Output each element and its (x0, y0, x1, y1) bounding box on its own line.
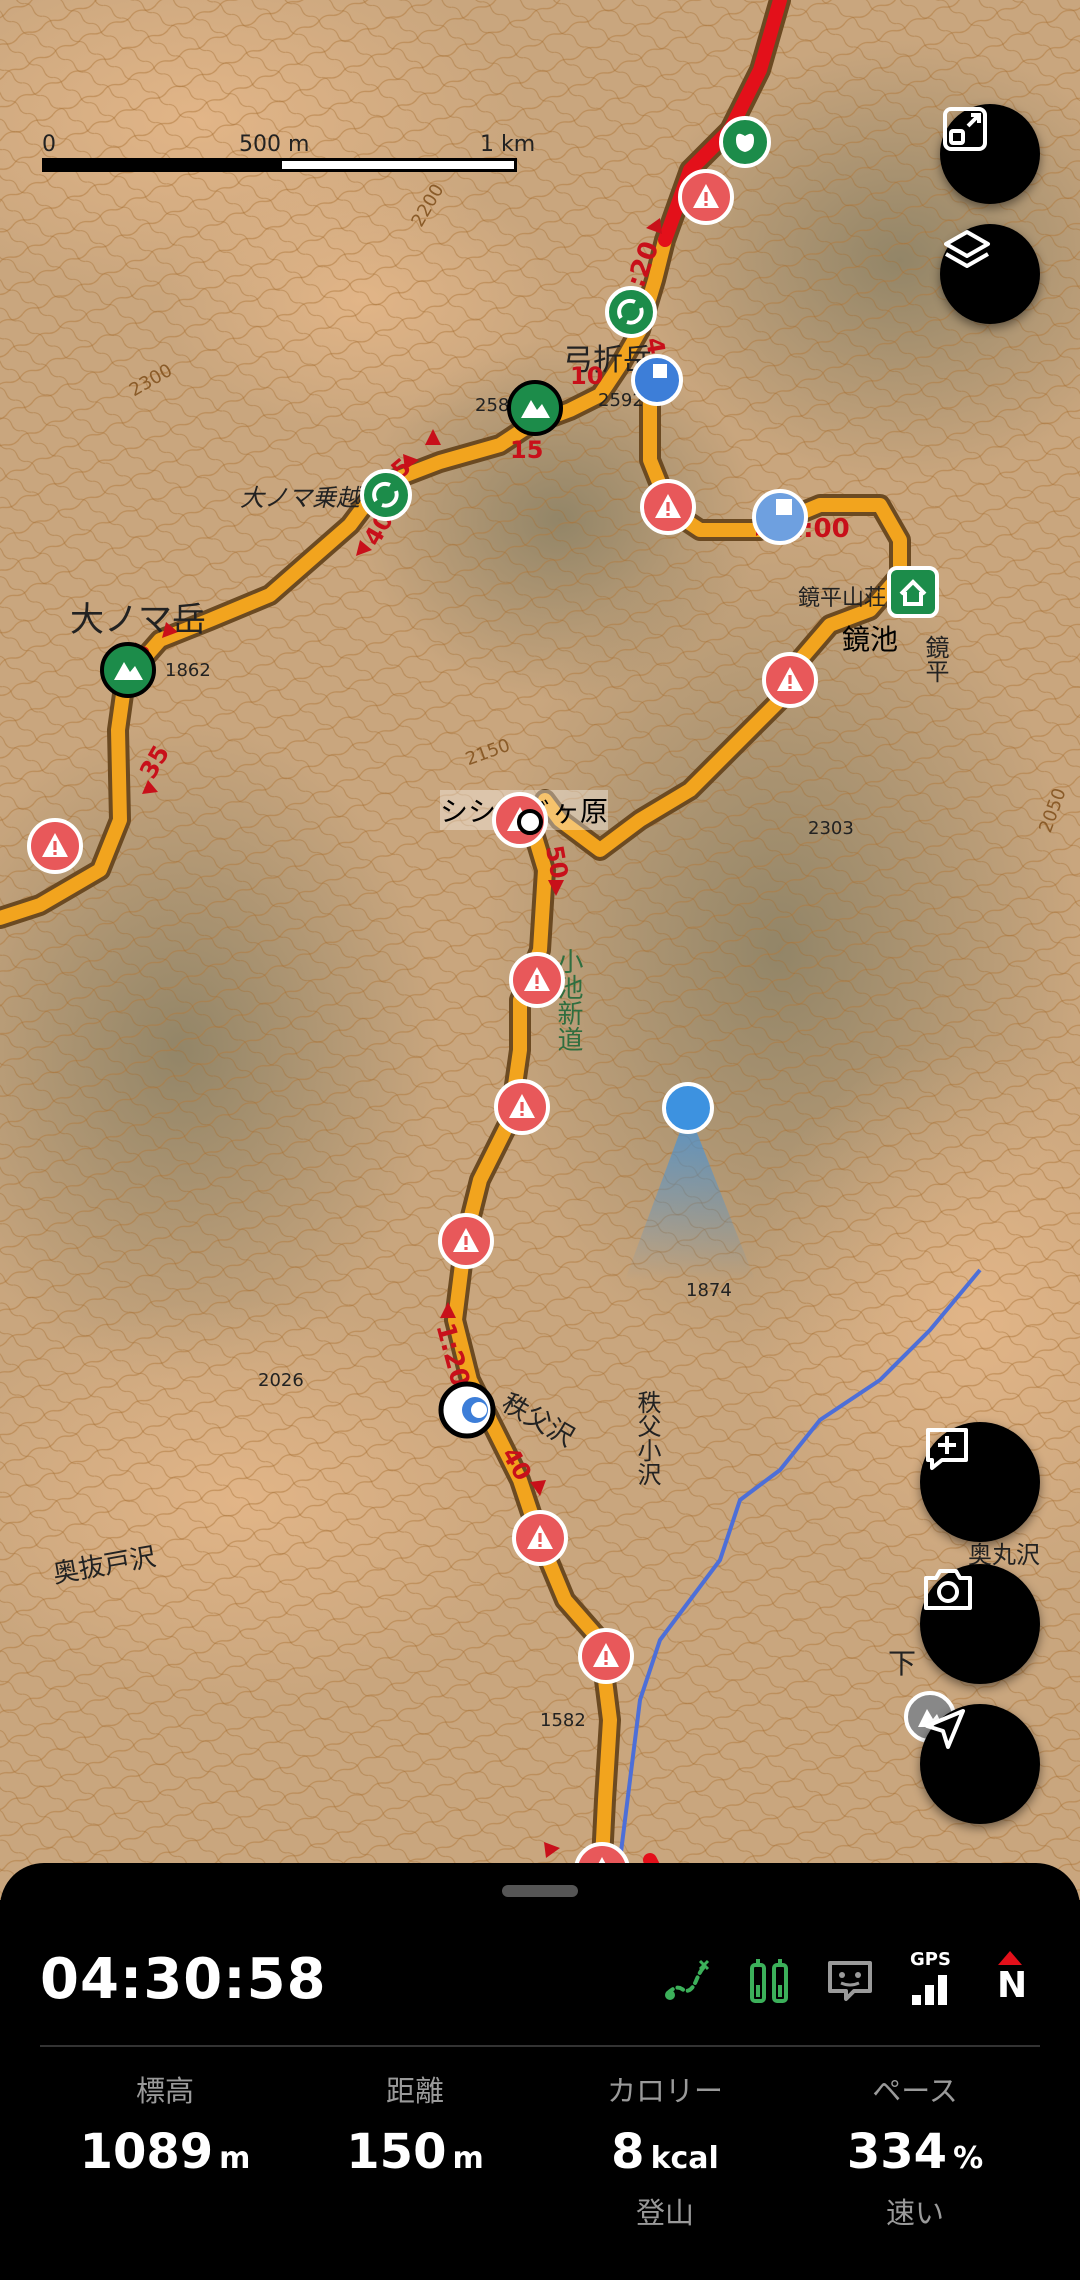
stat-pace: ペース 334% 速い (790, 2068, 1040, 2232)
scale-end: 1 km (480, 132, 536, 157)
message-icon[interactable] (824, 1955, 876, 2007)
route-time-label: 40 (640, 335, 674, 373)
camera-icon (924, 1569, 972, 1610)
stat-calories: カロリー 8 kcal 登山 (540, 2068, 790, 2232)
elev-2303: 2303 (808, 818, 854, 839)
scale-mid: 500 m (239, 132, 310, 157)
panel-divider (40, 2045, 1040, 2047)
gps-signal-icon[interactable]: GPS (906, 1949, 956, 2009)
hut-label: 鏡平山荘 (798, 586, 887, 611)
scale-bar: 0 500 m 1 km (42, 132, 535, 172)
distance-value: 150 (346, 2124, 447, 2180)
stat-value: 8 kcal (540, 2124, 790, 2180)
stat-value: 150 m (290, 2124, 540, 2180)
layers-button[interactable] (940, 224, 1040, 324)
ridge-label: 大ノマ乗越 (240, 484, 360, 512)
stat-label: カロリー (606, 2074, 723, 2108)
scale-zero: 0 (42, 132, 56, 157)
route-time-label: 15 (510, 436, 544, 464)
stat-value: 334% (790, 2124, 1040, 2180)
kagamidaira-label: 鏡平 (921, 635, 949, 683)
place-label-shishiudogahara: シシウドヶ原 (440, 790, 609, 830)
stat-sub: 登山 (635, 2196, 694, 2230)
camera-button[interactable] (920, 1564, 1040, 1684)
stat-label: ペース (872, 2074, 958, 2108)
elev-2592: 2592 (598, 390, 644, 411)
route-time-label: 1:00 (785, 514, 850, 544)
terrain-map (0, 0, 1080, 1900)
stat-distance: 距離 150 m (290, 2068, 540, 2180)
elev-1874: 1874 (686, 1280, 732, 1301)
calories-value: 8 (611, 2124, 645, 2180)
locate-button[interactable] (920, 1704, 1040, 1824)
route-icon[interactable] (662, 1955, 712, 2005)
map-view[interactable]: 0 500 m 1 km 弓折岳 大ノマ岳 大ノマ乗越 鏡平山荘 鏡池 鏡平 シ… (0, 0, 1080, 1900)
stat-sub: 速い (885, 2196, 944, 2230)
add-note-icon (926, 1428, 968, 1470)
layers-icon (944, 230, 990, 268)
tracking-panel[interactable]: 04:30:58 GPS N 標高 1089 m 距離 150 m カロリー 8… (0, 1863, 1080, 2280)
compass-north-icon[interactable]: N (990, 1949, 1030, 2009)
peak-label-onoma: 大ノマ岳 (70, 600, 206, 640)
expand-icon (943, 107, 987, 151)
stat-label: 標高 (135, 2074, 194, 2108)
north-label: N (997, 1965, 1028, 2006)
stat-value: 1089 m (40, 2124, 290, 2180)
altitude-value: 1089 (79, 2124, 214, 2180)
navigation-arrow-icon (925, 1709, 965, 1749)
trail-label-koike: 小池新道 (553, 948, 583, 1052)
elapsed-timer: 04:30:58 (40, 1947, 327, 2012)
calories-unit: kcal (650, 2141, 719, 2176)
stat-altitude: 標高 1089 m (40, 2068, 290, 2180)
stat-label: 距離 (385, 2074, 444, 2108)
drag-handle[interactable] (502, 1885, 578, 1897)
altitude-unit: m (219, 2141, 251, 2176)
route-time-label: 50 (540, 843, 574, 881)
route-time-label: 10 (570, 362, 604, 390)
stream-label-chichibu-ko: 秩父小沢 (633, 1390, 661, 1486)
pond-label: 鏡池 (842, 623, 899, 656)
gps-label: GPS (910, 1949, 951, 1970)
elev-2588: 2588 (475, 395, 521, 416)
place-label-shimo: 下 (888, 1647, 917, 1680)
elev-1862: 1862 (165, 660, 211, 681)
fullscreen-button[interactable] (940, 104, 1040, 204)
elev-1582: 1582 (540, 1710, 586, 1731)
battery-icon[interactable] (744, 1955, 796, 2007)
elev-2026: 2026 (258, 1370, 304, 1391)
distance-unit: m (452, 2141, 484, 2176)
add-memo-button[interactable] (920, 1422, 1040, 1542)
pace-unit: % (953, 2141, 984, 2176)
pace-value: 334 (846, 2124, 948, 2180)
